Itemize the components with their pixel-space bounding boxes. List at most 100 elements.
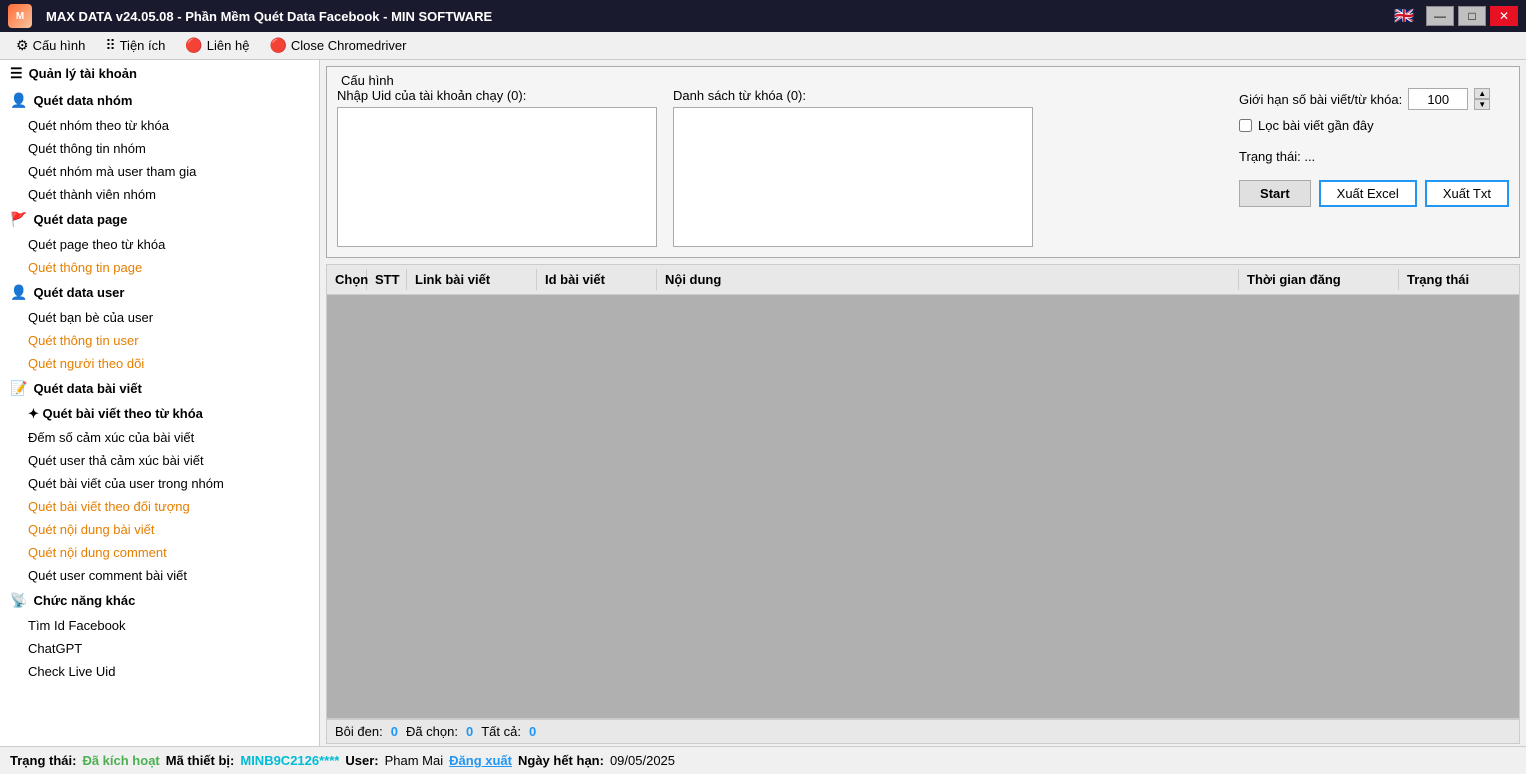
gear-icon: ⚙ <box>16 37 29 54</box>
sidebar-item-chatgpt[interactable]: ChatGPT <box>0 637 319 660</box>
col-stt: STT <box>367 269 407 290</box>
sidebar-item-quet-bai-viet-theo-doi-tuong[interactable]: Quét bài viết theo đối tượng <box>0 495 319 518</box>
user-value: Pham Mai <box>385 753 444 768</box>
sidebar-quan-ly-label: Quản lý tài khoản <box>29 66 137 81</box>
grid-icon: ⠿ <box>105 37 115 54</box>
limit-spinners: ▲ ▼ <box>1474 88 1490 110</box>
config-box: Cấu hình Nhập Uid của tài khoản chạy (0)… <box>326 66 1520 258</box>
page-flag-icon: 🚩 <box>10 211 27 228</box>
send-icon: 📡 <box>10 592 27 609</box>
boi-den-label: Bôi đen: <box>335 724 383 739</box>
menu-lienhe[interactable]: 🔴 Liên hệ <box>175 35 259 56</box>
sidebar-item-quet-page-theo-tu-khoa[interactable]: Quét page theo từ khóa <box>0 233 319 256</box>
export-txt-button[interactable]: Xuất Txt <box>1425 180 1509 207</box>
sidebar-item-quet-bai-viet-cua-user-trong-nhom[interactable]: Quét bài viết của user trong nhóm <box>0 472 319 495</box>
menu-cauhinh-label: Cấu hình <box>33 38 86 53</box>
menu-tienich-label: Tiện ích <box>120 38 166 53</box>
language-flag[interactable]: 🇬🇧 <box>1390 6 1418 26</box>
export-excel-button[interactable]: Xuất Excel <box>1319 180 1417 207</box>
tat-ca-label: Tất cả: <box>481 724 521 739</box>
sidebar-chuc-nang-khac-label: Chức năng khác <box>33 593 135 608</box>
sidebar-item-dem-so-cam-xuc[interactable]: Đếm số cảm xúc của bài viết <box>0 426 319 449</box>
filter-checkbox[interactable] <box>1239 119 1252 132</box>
status-value: ... <box>1304 149 1315 164</box>
user-group-icon: 👤 <box>10 92 27 109</box>
config-legend: Cấu hình <box>337 73 1509 88</box>
sidebar-item-quet-nhom-ma-user-tham-gia[interactable]: Quét nhóm mà user tham gia <box>0 160 319 183</box>
heart-icon: 🔴 <box>185 37 202 54</box>
col-link-bai-viet: Link bài viết <box>407 269 537 290</box>
title-bar: M MAX DATA v24.05.08 - Phần Mềm Quét Dat… <box>0 0 1526 32</box>
sidebar-item-quet-thong-tin-page[interactable]: Quét thông tin page <box>0 256 319 279</box>
da-chon-label: Đã chọn: <box>406 724 458 739</box>
close-button[interactable]: ✕ <box>1490 6 1518 26</box>
spin-up-button[interactable]: ▲ <box>1474 88 1490 99</box>
sidebar-item-quet-data-page[interactable]: 🚩 Quét data page <box>0 206 319 233</box>
logo-icon: M <box>8 4 32 28</box>
trang-thai-label: Trạng thái: <box>10 753 76 768</box>
window-controls: — □ ✕ <box>1426 6 1518 26</box>
minimize-button[interactable]: — <box>1426 6 1454 26</box>
sidebar-item-quet-noi-dung-comment[interactable]: Quét nội dung comment <box>0 541 319 564</box>
table-footer: Bôi đen: 0 Đã chọn: 0 Tất cả: 0 <box>326 719 1520 744</box>
menu-closedriver-label: Close Chromedriver <box>291 38 407 53</box>
boi-den-value: 0 <box>391 724 398 739</box>
sidebar-item-quet-thong-tin-nhom[interactable]: Quét thông tin nhóm <box>0 137 319 160</box>
close-driver-icon: 🔴 <box>269 37 286 54</box>
dang-xuat-link[interactable]: Đăng xuất <box>449 753 512 768</box>
col-trang-thai: Trạng thái <box>1399 269 1519 290</box>
app-logo: M <box>8 4 38 28</box>
sidebar-item-quet-data-nhom[interactable]: 👤 Quét data nhóm <box>0 87 319 114</box>
status-label: Trạng thái: <box>1239 149 1301 164</box>
menu-cauhinh[interactable]: ⚙ Cấu hình <box>6 35 95 56</box>
app-title: MAX DATA v24.05.08 - Phần Mềm Quét Data … <box>46 9 1390 24</box>
sidebar-item-check-live-uid[interactable]: Check Live Uid <box>0 660 319 683</box>
sidebar-quet-page-label: Quét data page <box>33 212 127 227</box>
right-panel: Cấu hình Nhập Uid của tài khoản chạy (0)… <box>320 60 1526 746</box>
sidebar-item-quet-user-comment-bai-viet[interactable]: Quét user comment bài viết <box>0 564 319 587</box>
keywords-textarea[interactable] <box>673 107 1033 247</box>
filter-checkbox-row: Lọc bài viết gần đây <box>1239 118 1509 133</box>
table-body <box>326 294 1520 719</box>
sidebar-item-quet-data-user[interactable]: 👤 Quét data user <box>0 279 319 306</box>
config-row: Nhập Uid của tài khoản chạy (0): Danh sá… <box>337 88 1509 247</box>
uid-textarea[interactable] <box>337 107 657 247</box>
col-thoi-gian-dang: Thời gian đăng <box>1239 269 1399 290</box>
post-icon: 📝 <box>10 380 27 397</box>
status-bar: Trạng thái: Đã kích hoạt Mã thiết bị: MI… <box>0 746 1526 774</box>
sidebar-item-chuc-nang-khac[interactable]: 📡 Chức năng khác <box>0 587 319 614</box>
sidebar: ☰ Quản lý tài khoản 👤 Quét data nhóm Qué… <box>0 60 320 746</box>
uid-label: Nhập Uid của tài khoản chạy (0): <box>337 88 657 103</box>
limit-row: Giới hạn số bài viết/từ khóa: ▲ ▼ <box>1239 88 1509 110</box>
sidebar-item-quet-nguoi-theo-doi[interactable]: Quét người theo dõi <box>0 352 319 375</box>
ma-thiet-bi-value: MINB9C2126**** <box>240 753 339 768</box>
sidebar-item-quet-ban-be-cua-user[interactable]: Quét bạn bè của user <box>0 306 319 329</box>
sidebar-item-quet-nhom-theo-tu-khoa[interactable]: Quét nhóm theo từ khóa <box>0 114 319 137</box>
table-header: Chọn STT Link bài viết Id bài viết Nội d… <box>326 264 1520 294</box>
menu-closedriver[interactable]: 🔴 Close Chromedriver <box>259 35 416 56</box>
maximize-button[interactable]: □ <box>1458 6 1486 26</box>
sidebar-item-quet-user-tha-cam-xuc[interactable]: Quét user thả cảm xúc bài viết <box>0 449 319 472</box>
sidebar-quet-bai-viet-label: Quét data bài viết <box>33 381 141 396</box>
ngay-het-han-label: Ngày hết hạn: <box>518 753 604 768</box>
user-label: User: <box>345 753 378 768</box>
menu-lienhe-label: Liên hệ <box>207 38 250 53</box>
uid-input-col: Nhập Uid của tài khoản chạy (0): <box>337 88 657 247</box>
sidebar-item-quet-noi-dung-bai-viet[interactable]: Quét nội dung bài viết <box>0 518 319 541</box>
sidebar-item-quan-ly-tai-khoan[interactable]: ☰ Quản lý tài khoản <box>0 60 319 87</box>
spin-down-button[interactable]: ▼ <box>1474 99 1490 110</box>
sidebar-item-quet-data-bai-viet[interactable]: 📝 Quét data bài viết <box>0 375 319 402</box>
limit-input[interactable] <box>1408 88 1468 110</box>
start-button[interactable]: Start <box>1239 180 1311 207</box>
sidebar-item-quet-bai-viet-theo-tu-khoa[interactable]: ✦ Quét bài viết theo từ khóa <box>0 402 319 426</box>
col-noi-dung: Nội dung <box>657 269 1239 290</box>
sidebar-item-quet-thanh-vien-nhom[interactable]: Quét thành viên nhóm <box>0 183 319 206</box>
menu-tienich[interactable]: ⠿ Tiện ích <box>95 35 175 56</box>
filter-label: Lọc bài viết gần đây <box>1258 118 1374 133</box>
sidebar-item-tim-id-facebook[interactable]: Tìm Id Facebook <box>0 614 319 637</box>
sidebar-item-quet-thong-tin-user[interactable]: Quét thông tin user <box>0 329 319 352</box>
tat-ca-value: 0 <box>529 724 536 739</box>
list-icon: ☰ <box>10 65 23 82</box>
col-chon: Chọn <box>327 269 367 290</box>
main-content: ☰ Quản lý tài khoản 👤 Quét data nhóm Qué… <box>0 60 1526 746</box>
